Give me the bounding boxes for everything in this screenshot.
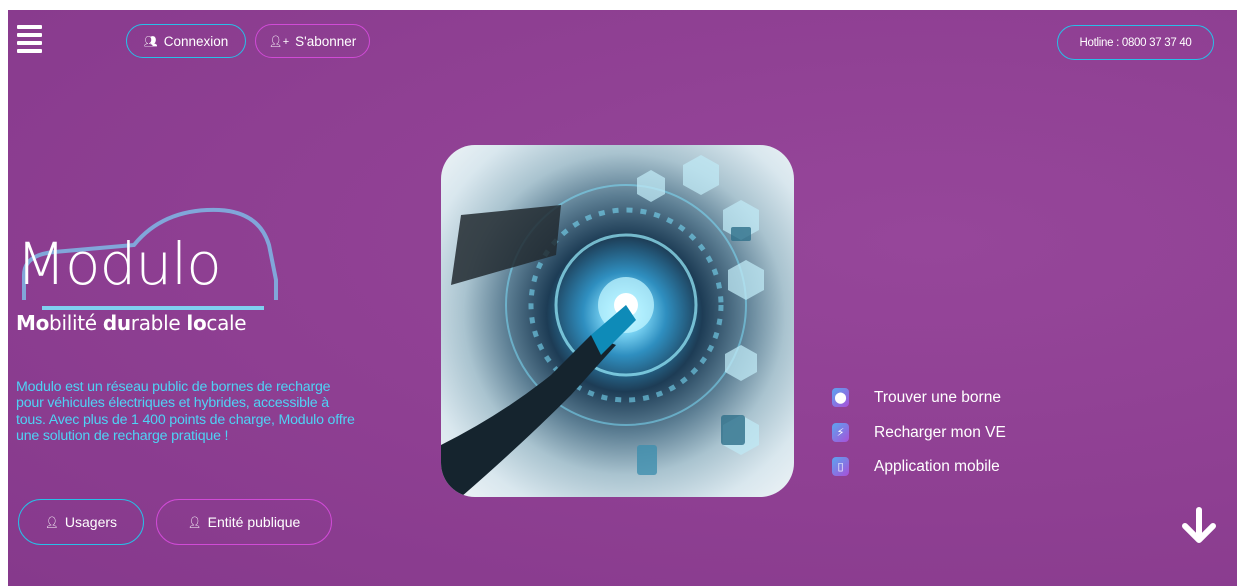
user-icon: 👤︎ (44, 516, 59, 529)
quick-link-charge-ev[interactable]: ⚡︎ Recharger mon VE (832, 423, 1006, 442)
quick-link-find-station[interactable]: ⬤ Trouver une borne (832, 388, 1001, 407)
charging-icon: ⚡︎ (832, 423, 849, 442)
hero-section: 👥︎ Connexion 👤︎+ S'abonner Hotline : 080… (8, 10, 1237, 586)
users-button[interactable]: 👤︎ Usagers (18, 499, 144, 545)
hamburger-menu-icon[interactable] (17, 25, 42, 53)
users-icon: 👥︎ (143, 35, 158, 48)
user-tie-icon: 👤︎ (187, 516, 202, 529)
login-label: Connexion (163, 33, 229, 49)
ev-plug-illustration (441, 155, 764, 497)
quick-link-mobile-app[interactable]: ▯ Application mobile (832, 457, 1000, 476)
public-entity-label: Entité publique (207, 514, 301, 530)
logo-wordmark: Modulo (16, 230, 222, 298)
user-plus-icon: 👤︎+ (268, 35, 290, 48)
subscribe-label: S'abonner (295, 33, 357, 49)
users-label: Usagers (64, 514, 118, 530)
login-button[interactable]: 👥︎ Connexion (126, 24, 246, 58)
subscribe-button[interactable]: 👤︎+ S'abonner (255, 24, 370, 58)
phone-icon: ▯ (832, 457, 849, 476)
ev-charging-image (441, 145, 794, 497)
scroll-down-arrow-icon[interactable] (1179, 506, 1219, 546)
hotline-label: Hotline : 0800 37 37 40 (1079, 36, 1192, 49)
intro-description: Modulo est un réseau public de bornes de… (16, 379, 355, 444)
hotline-button[interactable]: Hotline : 0800 37 37 40 (1057, 25, 1214, 60)
map-pin-icon: ⬤ (832, 388, 849, 407)
tagline: Mobilité durable locale (16, 311, 247, 335)
public-entity-button[interactable]: 👤︎ Entité publique (156, 499, 332, 545)
